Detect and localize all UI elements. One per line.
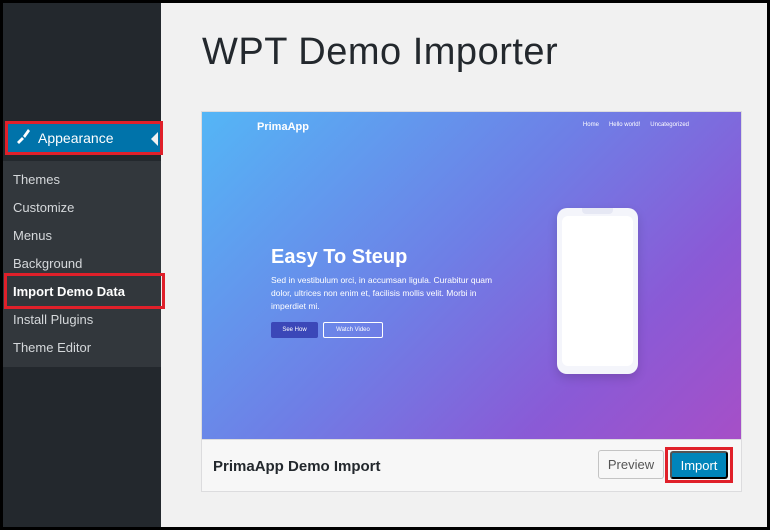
current-menu-arrow-icon (151, 132, 158, 146)
phone-mockup (557, 208, 638, 374)
submenu-item-install-plugins[interactable]: Install Plugins (13, 312, 93, 327)
paintbrush-icon (14, 127, 32, 150)
screenshot-nav-item: Hello world! (608, 122, 641, 128)
appearance-submenu: Themes Customize Menus Background Import… (3, 161, 161, 367)
admin-sidebar: Appearance Themes Customize Menus Backgr… (3, 3, 165, 527)
submenu-item-background[interactable]: Background (13, 256, 82, 271)
submenu-item-customize[interactable]: Customize (13, 200, 74, 215)
import-demo-data-highlight (4, 273, 165, 309)
menu-appearance[interactable]: Appearance (5, 121, 163, 155)
screenshot-body-text: Sed in vestibulum orci, in accumsan ligu… (271, 275, 493, 311)
screenshot-see-how-button: See How (271, 322, 318, 338)
theme-card-footer: PrimaApp Demo Import Preview Import (202, 439, 741, 491)
screenshot-nav-item: Uncategorized (650, 122, 689, 128)
phone-notch (582, 208, 613, 214)
theme-name: PrimaApp Demo Import (213, 458, 381, 475)
theme-screenshot: PrimaApp Home Hello world! Uncategorized… (202, 112, 741, 439)
screenshot-logo: PrimaApp (257, 121, 309, 133)
screenshot-headline: Easy To Steup (271, 246, 408, 268)
phone-screen (562, 216, 633, 366)
submenu-item-menus[interactable]: Menus (13, 228, 52, 243)
submenu-item-theme-editor[interactable]: Theme Editor (13, 340, 91, 355)
import-button[interactable]: Import (670, 451, 728, 479)
wp-admin-window: Appearance Themes Customize Menus Backgr… (3, 3, 767, 527)
screenshot-nav: Home Hello world! Uncategorized (583, 122, 689, 128)
preview-button[interactable]: Preview (598, 450, 664, 479)
page-title: WPT Demo Importer (202, 31, 559, 73)
menu-appearance-label: Appearance (38, 130, 114, 146)
screenshot-watch-video-button: Watch Video (323, 322, 383, 338)
screenshot-nav-item: Home (582, 122, 599, 128)
submenu-item-themes[interactable]: Themes (13, 172, 60, 187)
theme-card: PrimaApp Home Hello world! Uncategorized… (201, 111, 742, 492)
